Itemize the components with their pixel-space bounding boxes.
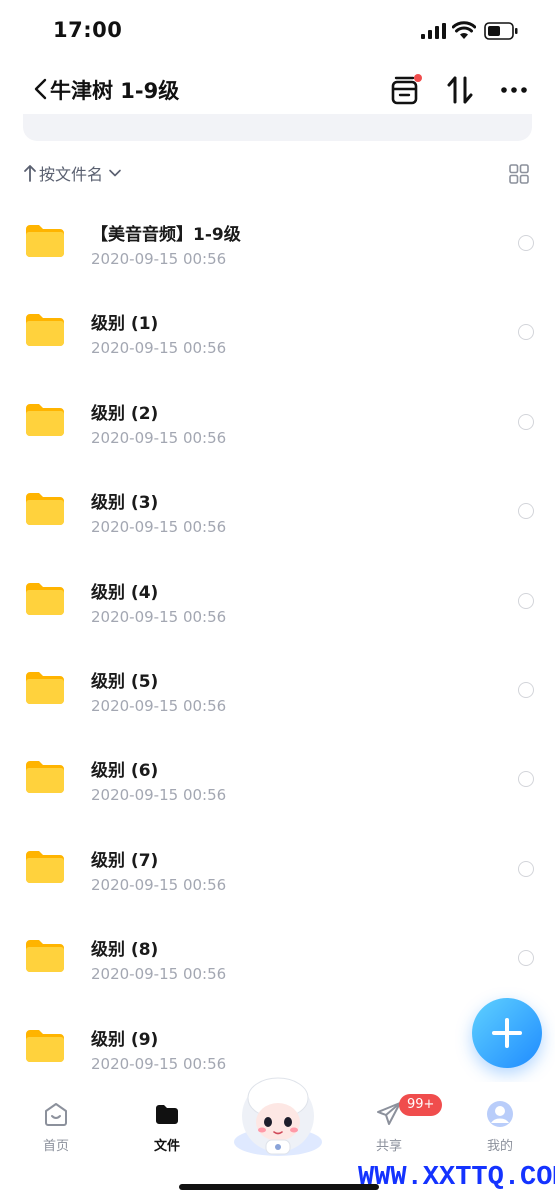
sort-selector[interactable]: 按文件名 bbox=[23, 160, 122, 186]
tab-files-label: 文件 bbox=[153, 1139, 180, 1154]
select-radio[interactable] bbox=[518, 503, 534, 520]
tab-me[interactable]: 我的 bbox=[460, 1100, 540, 1154]
folder-icon bbox=[26, 1029, 64, 1062]
folder-icon bbox=[26, 582, 64, 615]
folder-icon bbox=[26, 761, 64, 794]
battery-icon bbox=[484, 22, 518, 40]
watermark-text: WWW.XXTTQ.COM bbox=[358, 1163, 555, 1193]
tab-files[interactable]: 文件 bbox=[127, 1100, 207, 1154]
file-row[interactable]: 级别 (7) 2020-09-15 00:56 bbox=[0, 824, 555, 913]
select-radio[interactable] bbox=[518, 860, 534, 877]
back-chevron-icon[interactable] bbox=[33, 78, 49, 100]
file-name: 级别 (8) bbox=[91, 940, 159, 961]
avatar-icon bbox=[487, 1101, 513, 1127]
select-radio[interactable] bbox=[518, 950, 534, 967]
wifi-icon bbox=[452, 21, 476, 39]
file-date: 2020-09-15 00:56 bbox=[91, 250, 227, 268]
file-date: 2020-09-15 00:56 bbox=[91, 339, 227, 358]
file-row[interactable]: 级别 (5) 2020-09-15 00:56 bbox=[0, 645, 555, 734]
tab-home[interactable]: 首页 bbox=[16, 1100, 96, 1154]
file-name: 级别 (9) bbox=[91, 1029, 159, 1050]
page-title: 牛津树 1-9级 bbox=[50, 79, 180, 103]
file-name: 级别 (2) bbox=[91, 403, 159, 424]
file-name: 【美音音频】1-9级 bbox=[91, 225, 241, 245]
home-indicator bbox=[179, 1184, 379, 1190]
file-row[interactable]: 级别 (4) 2020-09-15 00:56 bbox=[0, 556, 555, 645]
status-bar: 17:00 bbox=[0, 0, 555, 62]
file-date: 2020-09-15 00:56 bbox=[91, 696, 227, 715]
file-date: 2020-09-15 00:56 bbox=[91, 965, 227, 984]
folder-icon bbox=[26, 671, 64, 704]
file-date: 2020-09-15 00:56 bbox=[91, 875, 227, 894]
select-radio[interactable] bbox=[518, 324, 534, 341]
select-radio[interactable] bbox=[518, 413, 534, 430]
file-date: 2020-09-15 00:56 bbox=[91, 607, 227, 626]
file-row[interactable]: 级别 (2) 2020-09-15 00:56 bbox=[0, 377, 555, 466]
notification-dot bbox=[414, 74, 422, 82]
file-name: 级别 (5) bbox=[91, 671, 159, 692]
folder-icon bbox=[156, 1105, 178, 1124]
file-name: 级别 (4) bbox=[91, 582, 159, 603]
file-date: 2020-09-15 00:56 bbox=[91, 518, 227, 537]
status-time: 17:00 bbox=[53, 18, 123, 42]
search-bar[interactable] bbox=[23, 114, 532, 141]
tab-me-label: 我的 bbox=[486, 1139, 513, 1154]
file-row[interactable]: 级别 (6) 2020-09-15 00:56 bbox=[0, 734, 555, 823]
folder-icon bbox=[26, 850, 64, 883]
transfer-box-icon[interactable] bbox=[390, 74, 422, 106]
file-name: 级别 (3) bbox=[91, 493, 159, 514]
file-date: 2020-09-15 00:56 bbox=[91, 1054, 227, 1073]
grid-view-icon[interactable] bbox=[509, 164, 529, 184]
folder-icon bbox=[26, 225, 64, 257]
select-radio[interactable] bbox=[518, 681, 534, 698]
mascot-assistant-button[interactable] bbox=[230, 1072, 326, 1158]
sort-label: 按文件名 bbox=[39, 165, 104, 184]
file-name: 级别 (7) bbox=[91, 850, 159, 871]
home-icon bbox=[45, 1103, 67, 1126]
select-radio[interactable] bbox=[518, 235, 534, 251]
folder-icon bbox=[26, 493, 64, 526]
chevron-down-icon bbox=[109, 169, 121, 177]
folder-icon bbox=[26, 940, 64, 973]
add-button[interactable] bbox=[472, 998, 542, 1068]
more-icon[interactable] bbox=[500, 76, 528, 104]
file-row[interactable]: 【美音音频】1-9级 2020-09-15 00:56 bbox=[0, 198, 555, 287]
nav-bar: 牛津树 1-9级 bbox=[0, 62, 555, 118]
folder-icon bbox=[26, 314, 64, 347]
file-name: 级别 (1) bbox=[91, 314, 159, 335]
file-date: 2020-09-15 00:56 bbox=[91, 786, 227, 805]
plus-icon bbox=[492, 1018, 522, 1048]
file-row[interactable]: 级别 (1) 2020-09-15 00:56 bbox=[0, 287, 555, 376]
select-radio[interactable] bbox=[518, 592, 534, 609]
file-list: 【美音音频】1-9级 2020-09-15 00:56 级别 (1) 2020-09-… bbox=[0, 198, 555, 1092]
file-date: 2020-09-15 00:56 bbox=[91, 428, 227, 447]
file-row[interactable]: 级别 (8) 2020-09-15 00:56 bbox=[0, 913, 555, 1002]
tab-home-label: 首页 bbox=[42, 1139, 69, 1154]
tab-share-label: 共享 bbox=[375, 1139, 402, 1154]
select-radio[interactable] bbox=[518, 771, 534, 788]
folder-icon bbox=[26, 403, 64, 436]
cellular-signal-icon bbox=[421, 23, 446, 39]
file-name: 级别 (6) bbox=[91, 761, 159, 782]
arrow-up-icon bbox=[24, 165, 36, 182]
file-row[interactable]: 级别 (3) 2020-09-15 00:56 bbox=[0, 466, 555, 555]
share-count-badge: 99+ bbox=[399, 1094, 443, 1116]
sort-arrows-icon[interactable] bbox=[446, 75, 474, 105]
